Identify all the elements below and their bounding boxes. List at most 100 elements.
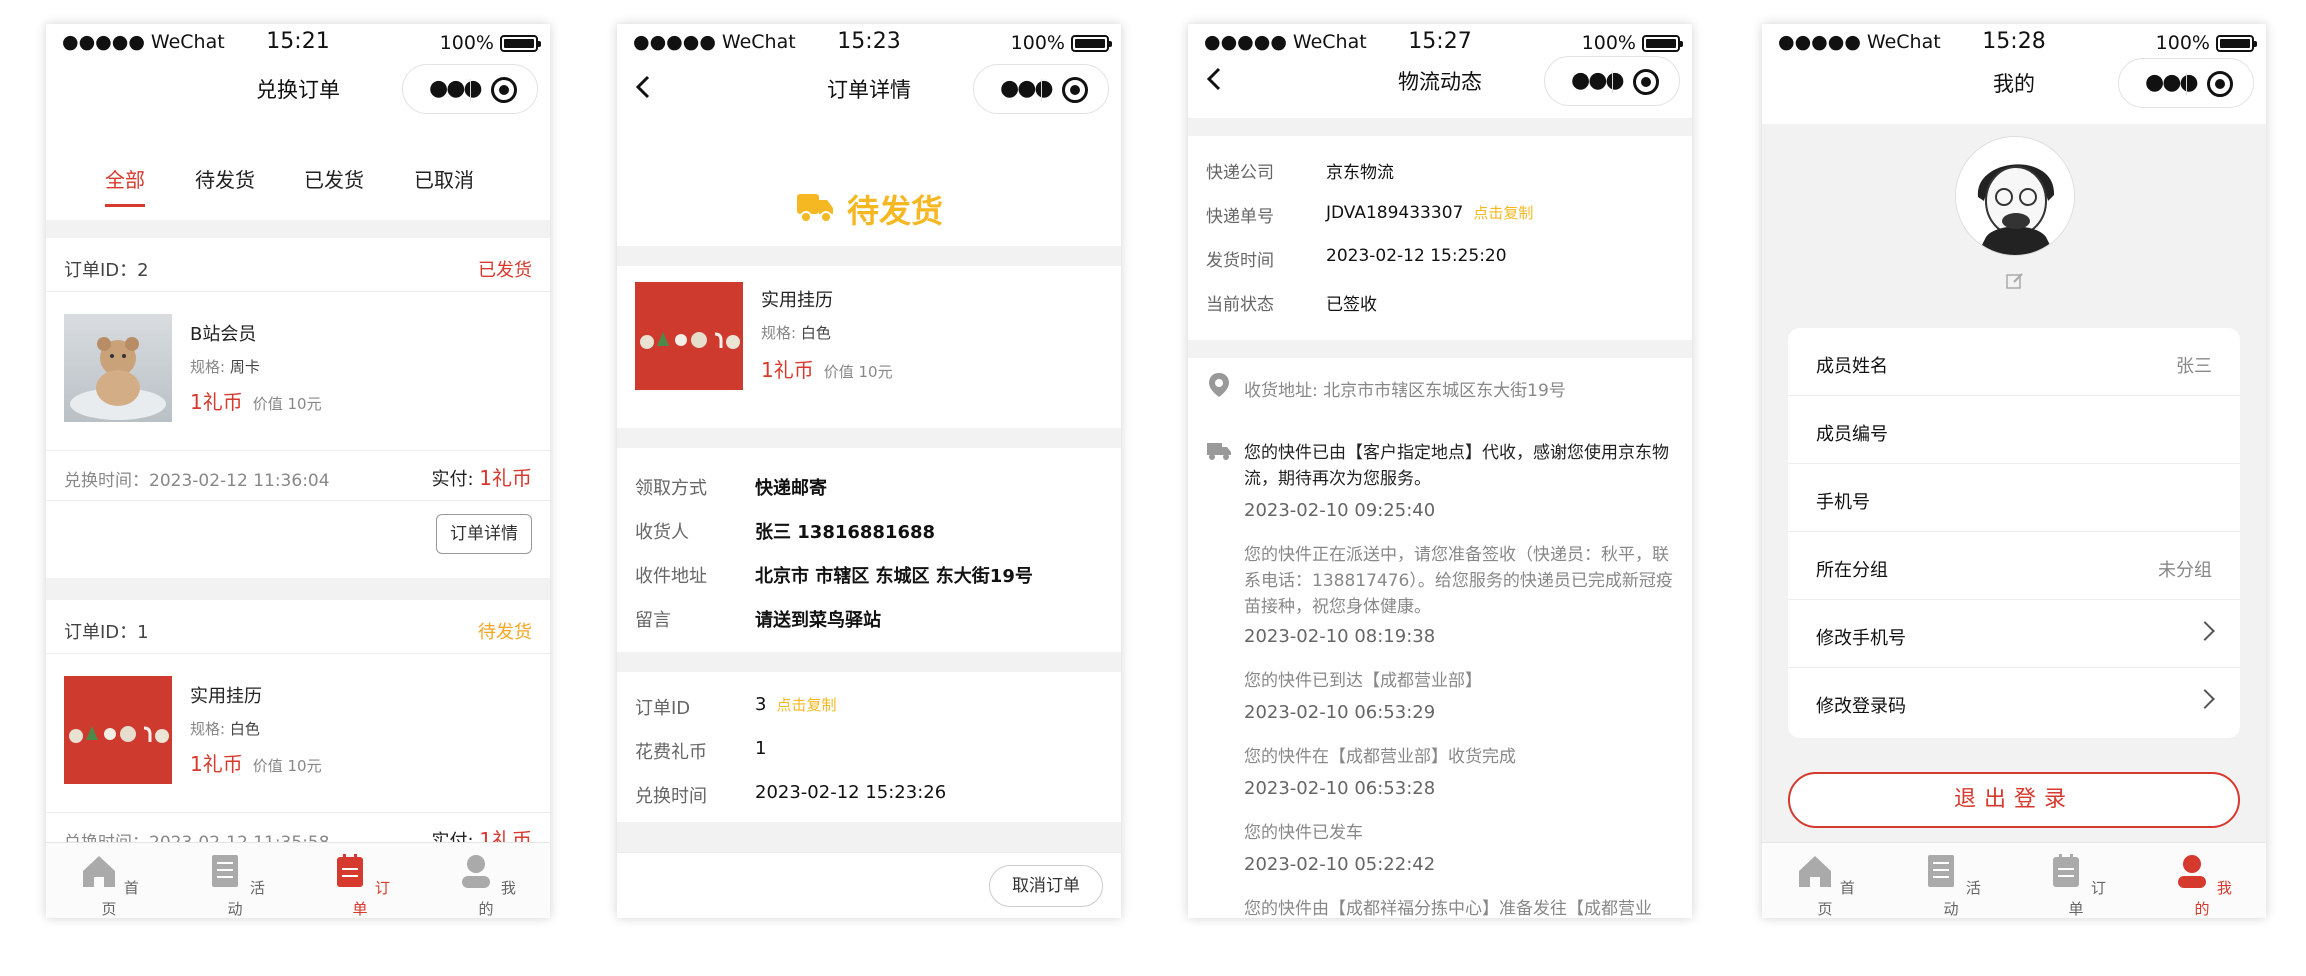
order-id-label: 订单ID — [635, 698, 691, 719]
order-detail-button[interactable]: 订单详情 — [436, 514, 532, 554]
original-value: 价值 10元 — [252, 757, 322, 775]
battery: 100% — [439, 32, 541, 54]
product-image-bear[interactable] — [64, 314, 172, 422]
order-status: 待发货 — [478, 622, 532, 643]
tabbar-mine[interactable]: 我的 — [2172, 851, 2232, 918]
row-label: 修改手机号 — [1816, 628, 1906, 649]
tab-pending[interactable]: 待发货 — [195, 164, 255, 193]
copy-link[interactable]: 点击复制 — [1473, 204, 1533, 222]
battery: 100% — [2156, 32, 2257, 54]
close-target-icon[interactable] — [2207, 71, 2233, 97]
row-label: 成员姓名 — [1816, 356, 1888, 377]
spec-label: 规格: — [761, 324, 797, 342]
shipment-info: 快递公司 京东物流 快递单号 JDVA189433307 点击复制 发货时间 20… — [1206, 136, 1676, 316]
tabbar-home[interactable]: 首页 — [79, 851, 139, 918]
more-icon[interactable]: ●●● — [1000, 76, 1054, 101]
miniprogram-capsule[interactable]: ●●● — [2118, 58, 2254, 108]
divider — [1188, 118, 1692, 136]
delivery-info: 领取方式 快递邮寄 收货人 张三 13816881688 收件地址 北京市 市辖… — [635, 452, 1105, 652]
cookies-illustration — [640, 332, 740, 349]
order-id: 订单ID：1 — [64, 622, 149, 643]
price-value: 1礼币 — [761, 358, 814, 382]
spec-value: 周卡 — [229, 358, 260, 376]
receiver-label: 收货人 — [635, 522, 689, 543]
nav-bar: 订单详情 ●●● — [617, 60, 1121, 114]
user-icon — [2178, 855, 2207, 888]
battery: 100% — [1011, 32, 1112, 54]
activity-icon — [1928, 855, 1955, 887]
product-price: 1礼币 价值 10元 — [190, 386, 322, 415]
tab-cancelled[interactable]: 已取消 — [414, 164, 474, 193]
row-change-phone[interactable]: 修改手机号 — [1788, 600, 2240, 668]
row-label: 所在分组 — [1816, 560, 1888, 581]
divider-line — [46, 450, 550, 451]
paid-label: 实付: — [431, 469, 474, 490]
more-icon[interactable]: ●●● — [1571, 68, 1625, 93]
screen-order-detail: ●●●●● WeChat 15:23 100% 订单详情 ●●● 待发货 实用挂… — [617, 24, 1121, 918]
row-group: 所在分组 未分组 — [1788, 532, 2240, 600]
miniprogram-capsule[interactable]: ●●● — [402, 64, 538, 114]
miniprogram-capsule[interactable]: ●●● — [1544, 56, 1680, 106]
tab-shipped[interactable]: 已发货 — [304, 164, 364, 193]
close-target-icon[interactable] — [491, 77, 517, 103]
ship-time-value: 2023-02-12 15:25:20 — [1326, 246, 1507, 266]
cancel-order-button[interactable]: 取消订单 — [989, 865, 1103, 907]
receiver-value: 张三 13816881688 — [755, 522, 936, 543]
order-header: 订单ID：2 已发货 — [46, 238, 550, 292]
nav-bar: 兑换订单 ●●● — [46, 60, 550, 114]
close-target-icon[interactable] — [1062, 77, 1088, 103]
divider — [46, 220, 550, 238]
copy-link[interactable]: 点击复制 — [776, 696, 836, 714]
close-target-icon[interactable] — [1633, 69, 1659, 95]
tracking-event: 您的快件已到达【成都营业部】 — [1244, 671, 1482, 691]
tabbar-activity[interactable]: 活动 — [205, 851, 265, 918]
tracking-event: 您的快件已发车 — [1244, 823, 1363, 843]
nav-bar: 物流动态 ●●● — [1188, 52, 1692, 106]
truck-icon — [1207, 443, 1231, 460]
cost-label: 花费礼币 — [635, 742, 707, 763]
more-icon[interactable]: ●●● — [2145, 70, 2199, 95]
more-icon[interactable]: ●●● — [429, 76, 483, 101]
tracking-date: 2023-02-10 06:53:28 — [1244, 778, 1436, 799]
original-value: 价值 10元 — [823, 363, 893, 381]
tabbar-mine[interactable]: 我的 — [456, 851, 516, 918]
product-image-calendar[interactable] — [64, 676, 172, 784]
miniprogram-capsule[interactable]: ●●● — [973, 64, 1109, 114]
logout-button[interactable]: 退出登录 — [1788, 772, 2240, 828]
order-card: 订单ID：2 已发货 B站会员 规格: 周卡 1礼币 价值 10元 兑换时间：20… — [46, 238, 550, 578]
tabbar-orders[interactable]: 订单 — [2046, 851, 2106, 918]
divider-line — [46, 500, 550, 501]
battery-percent: 100% — [1581, 32, 1636, 54]
home-icon — [1799, 856, 1832, 887]
product-name: B站会员 — [190, 324, 257, 345]
product-spec: 规格: 白色 — [190, 718, 260, 739]
location-pin-icon — [1209, 373, 1229, 397]
tracking-event: 您的快件正在派送中，请您准备签收（快递员：秋平，联系电话：138817476）。… — [1244, 545, 1673, 617]
orders-icon — [2053, 854, 2080, 887]
divider-line — [46, 812, 550, 813]
tracking-no-value: JDVA189433307 点击复制 — [1326, 202, 1533, 223]
cookies-illustration — [69, 726, 169, 743]
capsule-divider — [2186, 73, 2187, 95]
spec-value: 白色 — [800, 324, 831, 342]
company-label: 快递公司 — [1206, 163, 1274, 183]
delivery-address: 收货地址: 北京市市辖区东城区东大街19号 — [1244, 381, 1566, 401]
exchange-time-value: 2023-02-12 15:23:26 — [755, 782, 947, 803]
tabbar-home[interactable]: 首页 — [1795, 851, 1855, 918]
avatar-illustration — [1956, 137, 2074, 255]
product-spec: 规格: 白色 — [761, 322, 831, 343]
divider — [617, 246, 1121, 266]
tabbar-orders[interactable]: 订单 — [330, 851, 390, 918]
tab-all[interactable]: 全部 — [105, 164, 145, 207]
tabbar-activity[interactable]: 活动 — [1921, 851, 1981, 918]
product-price: 1礼币 价值 10元 — [761, 354, 893, 383]
row-change-login-code[interactable]: 修改登录码 — [1788, 668, 2240, 736]
edit-icon[interactable] — [2006, 272, 2024, 290]
order-status: 已发货 — [478, 260, 532, 281]
pickup-method-label: 领取方式 — [635, 478, 707, 499]
product-image-calendar[interactable] — [635, 282, 743, 390]
tab-bar: 首页 活动 订单 我的 — [46, 842, 550, 918]
ship-time-label: 发货时间 — [1206, 251, 1274, 271]
avatar[interactable] — [1955, 136, 2075, 256]
battery-percent: 100% — [439, 32, 494, 54]
